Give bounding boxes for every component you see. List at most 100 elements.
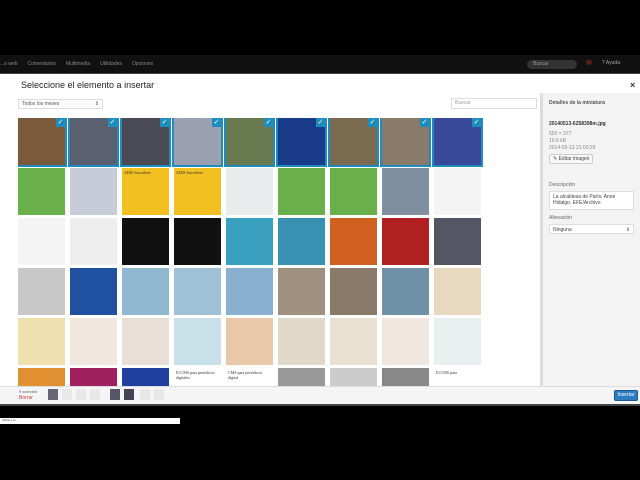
media-tile[interactable] [18, 318, 65, 365]
media-tile[interactable] [382, 368, 429, 386]
media-tile[interactable] [122, 318, 169, 365]
media-tile[interactable] [226, 168, 273, 215]
media-tile[interactable] [330, 368, 377, 386]
chevron-down-icon: ⇕ [94, 101, 99, 107]
menu-item[interactable]: Comentarios [28, 61, 56, 67]
media-tile[interactable]: ✓ [328, 118, 379, 167]
align-value: Ninguna [553, 227, 572, 233]
media-tile[interactable] [174, 318, 221, 365]
media-tile[interactable] [122, 218, 169, 265]
month-filter[interactable]: Todos los meses ⇕ [18, 99, 103, 109]
tile-caption: ADIS Suscríbete [124, 170, 151, 175]
selected-thumb[interactable] [110, 389, 120, 400]
media-tile[interactable]: ✓ [380, 118, 431, 167]
description-field[interactable]: La alcaldesa de París, Anne Hidalgo. EFE… [549, 191, 634, 210]
filter-value: Todos los meses [22, 101, 60, 107]
tile-caption: CMS para periódicos digital [228, 370, 262, 380]
menu-item[interactable]: Opciones [132, 61, 153, 67]
media-tile[interactable]: El CMS para periódicos digitales [174, 368, 221, 386]
media-tile[interactable] [226, 218, 273, 265]
selected-thumb[interactable] [76, 389, 86, 400]
media-tile[interactable] [70, 268, 117, 315]
media-tile[interactable] [70, 218, 117, 265]
media-tile[interactable] [226, 268, 273, 315]
close-icon[interactable]: × [630, 80, 635, 90]
search-input[interactable]: Buscar [451, 98, 537, 109]
media-tile[interactable]: ✓ [18, 118, 67, 167]
media-tile[interactable] [330, 168, 377, 215]
selected-thumb[interactable] [62, 389, 72, 400]
media-tile[interactable] [278, 168, 325, 215]
edit-label: Editar imagen [558, 156, 590, 162]
menu-item[interactable]: ...o web [0, 61, 18, 67]
upload-date: 2014-05-13 21:00:29 [549, 145, 596, 151]
media-tile[interactable] [70, 168, 117, 215]
media-tile[interactable] [434, 318, 481, 365]
check-icon[interactable]: ✓ [368, 118, 377, 127]
media-tile[interactable] [226, 318, 273, 365]
selected-thumb[interactable] [154, 389, 164, 400]
media-tile[interactable] [18, 268, 65, 315]
check-icon[interactable]: ✓ [420, 118, 429, 127]
menu-item[interactable]: Multimedia [66, 61, 90, 67]
media-tile[interactable] [330, 318, 377, 365]
media-tile[interactable] [382, 268, 429, 315]
check-icon[interactable]: ✓ [160, 118, 169, 127]
help-button[interactable]: ? Ayuda [602, 60, 620, 66]
help-icon: ? [602, 60, 605, 66]
notification-icon[interactable]: ✉ [586, 59, 592, 67]
media-tile[interactable] [278, 218, 325, 265]
media-tile[interactable] [18, 168, 65, 215]
selection-count: 9 selected [19, 389, 38, 394]
align-select[interactable]: Ninguna ⇕ [549, 224, 634, 234]
media-tile[interactable] [122, 368, 169, 386]
media-tile[interactable] [18, 368, 65, 386]
tile-caption: El CMS para [436, 370, 457, 375]
media-tile[interactable]: ✓ [224, 118, 275, 167]
media-tile[interactable]: ✓ [68, 118, 119, 167]
tile-caption: El CMS para periódicos digitales [176, 370, 215, 380]
media-tile[interactable] [434, 168, 481, 215]
media-tile[interactable] [382, 318, 429, 365]
media-tile[interactable]: ✓ [120, 118, 171, 167]
media-tile[interactable]: ✓ [172, 118, 223, 167]
selected-thumb[interactable] [140, 389, 150, 400]
media-tile[interactable]: ADIS Suscríbete [122, 168, 169, 215]
admin-search[interactable]: Buscar [527, 60, 577, 69]
check-icon[interactable]: ✓ [56, 118, 65, 127]
media-tile[interactable]: ✓ [432, 118, 483, 167]
check-icon[interactable]: ✓ [212, 118, 221, 127]
media-tile[interactable] [330, 268, 377, 315]
media-tile[interactable]: ✓ [276, 118, 327, 167]
media-tile[interactable] [330, 218, 377, 265]
media-tile[interactable] [278, 318, 325, 365]
check-icon[interactable]: ✓ [316, 118, 325, 127]
media-tile[interactable] [434, 218, 481, 265]
selected-thumb[interactable] [124, 389, 134, 400]
selected-thumb[interactable] [48, 389, 58, 400]
media-tile[interactable] [278, 368, 325, 386]
check-icon[interactable]: ✓ [264, 118, 273, 127]
media-tile[interactable] [174, 268, 221, 315]
media-tile[interactable]: CMS para periódicos digital [226, 368, 273, 386]
selected-thumb[interactable] [90, 389, 100, 400]
media-tile[interactable] [70, 368, 117, 386]
media-tile[interactable] [18, 218, 65, 265]
edit-image-button[interactable]: ✎ Editar imagen [549, 154, 594, 164]
insert-button[interactable]: Insertar [614, 390, 638, 401]
check-icon[interactable]: ✓ [108, 118, 117, 127]
filename: 20140513-6258398m.jpg [549, 121, 606, 127]
media-tile[interactable] [278, 268, 325, 315]
media-tile[interactable] [122, 268, 169, 315]
menu-item[interactable]: Utilidades [100, 61, 122, 67]
media-tile[interactable] [382, 218, 429, 265]
media-tile[interactable] [70, 318, 117, 365]
check-icon[interactable]: ✓ [472, 118, 481, 127]
clear-selection-link[interactable]: Borrar [19, 395, 33, 401]
media-tile[interactable]: ADIS Suscríbete [174, 168, 221, 215]
media-tile[interactable] [434, 268, 481, 315]
media-tile[interactable] [382, 168, 429, 215]
media-tile[interactable] [174, 218, 221, 265]
media-tile[interactable]: El CMS para [434, 368, 481, 386]
selection-toolbar: 9 selected Borrar Insertar [0, 386, 640, 404]
